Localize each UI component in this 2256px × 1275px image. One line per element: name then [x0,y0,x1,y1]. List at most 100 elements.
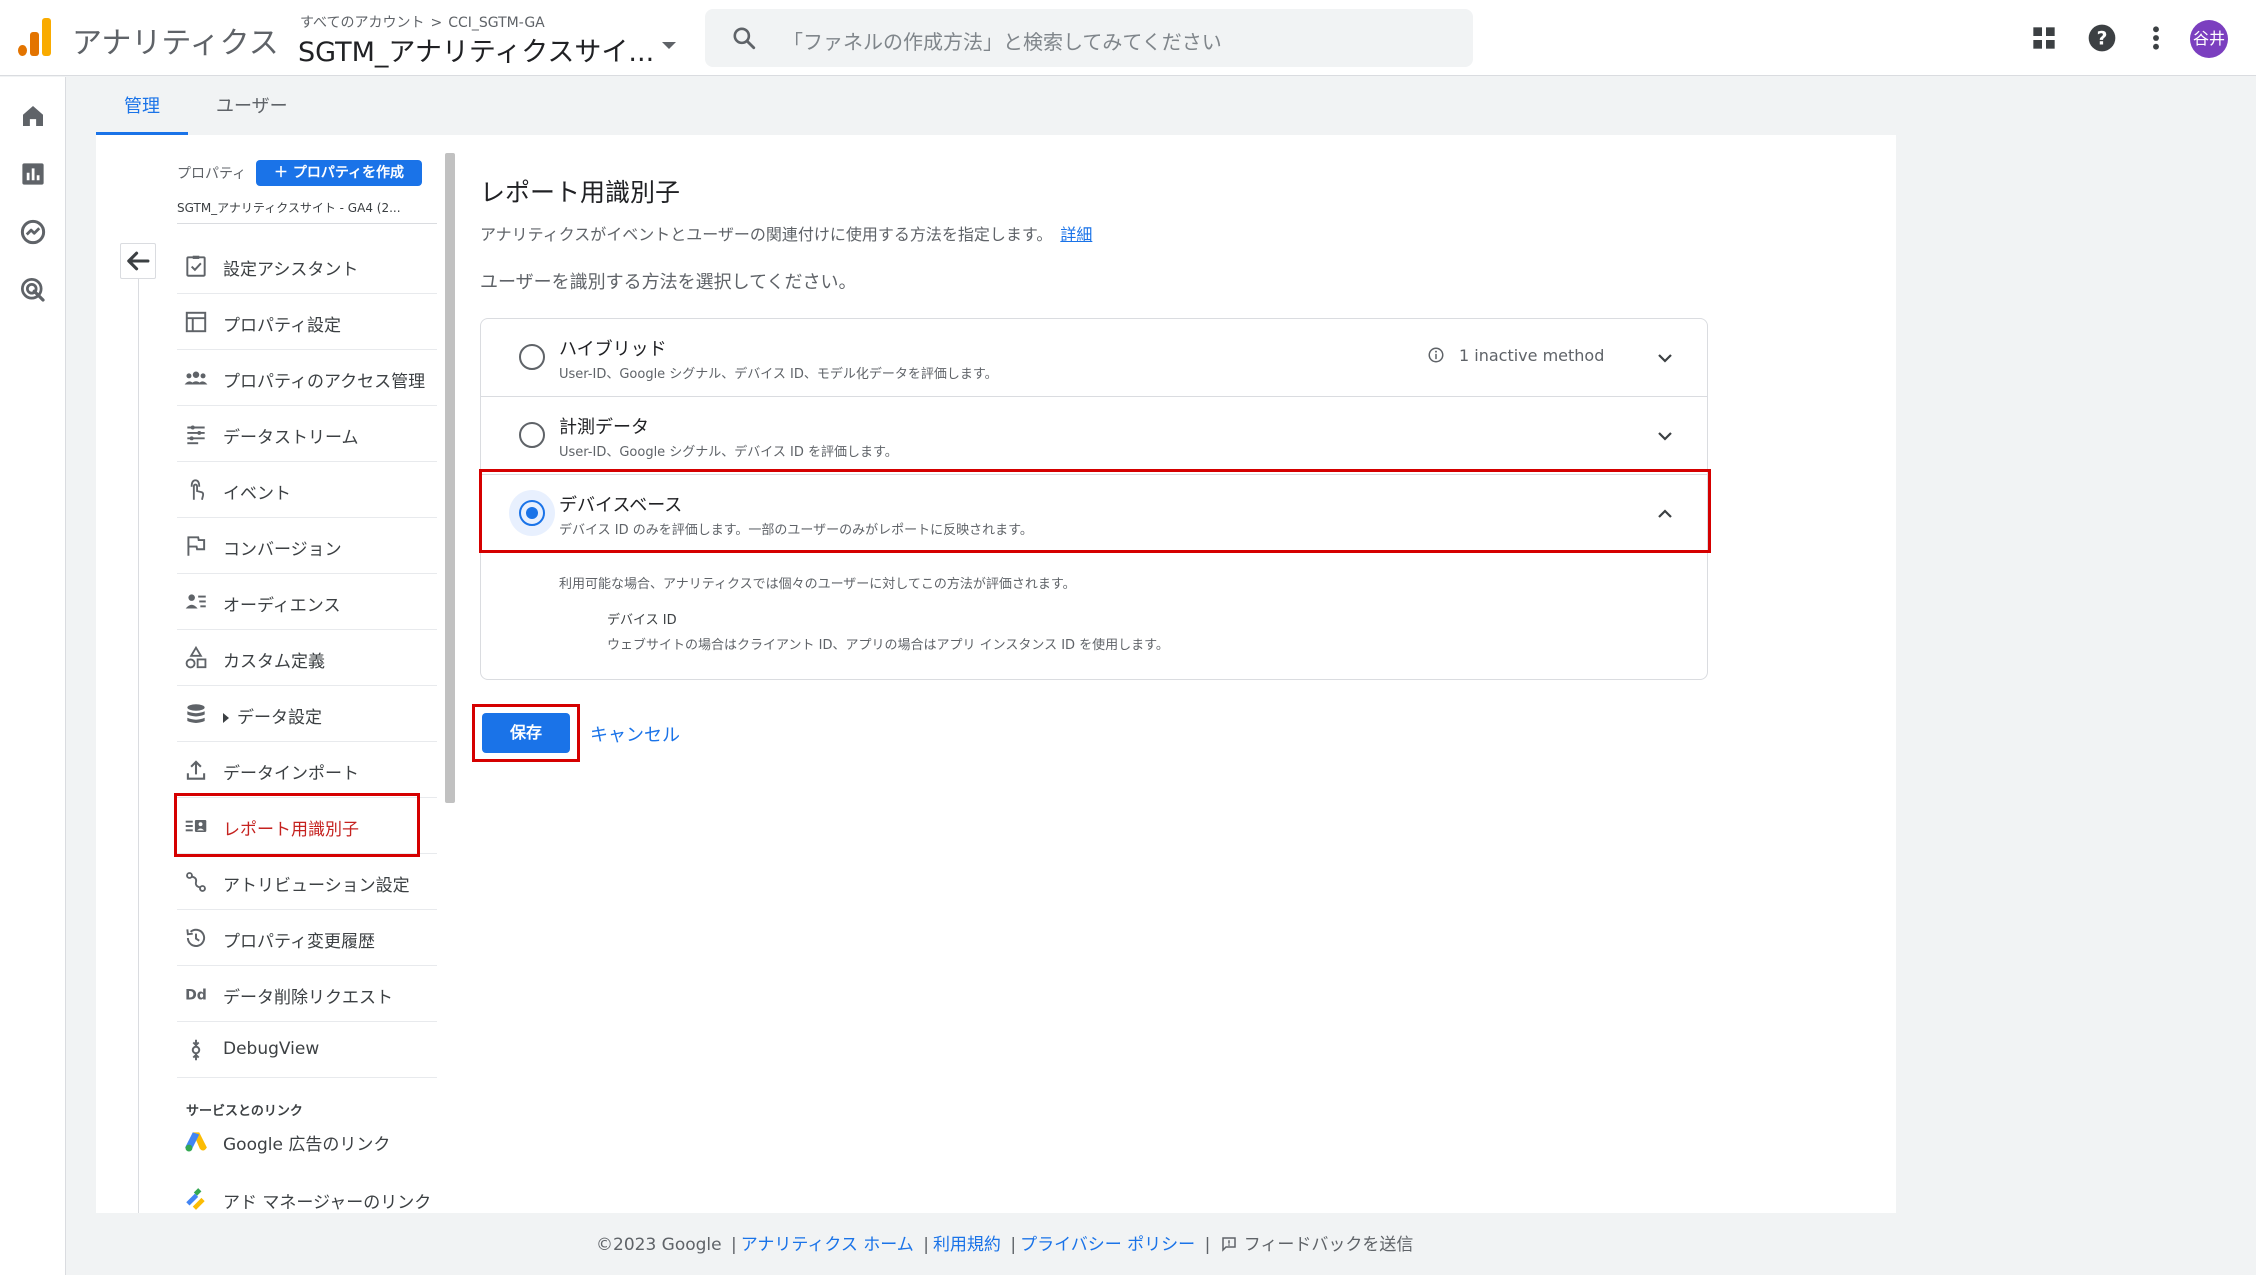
chevron-down-icon[interactable] [1653,424,1677,448]
inactive-method-note: 1 inactive method [1427,346,1604,365]
nav-item-property-access[interactable]: プロパティのアクセス管理 [177,350,437,406]
option-hybrid[interactable]: ハイブリッド User-ID、Google シグナル、デバイス ID、モデル化デ… [481,319,1707,397]
page-title: レポート用識別子 [480,178,681,207]
nav-item-conversions[interactable]: コンバージョン [177,518,437,574]
method-prompt: ユーザーを識別する方法を選択してください。 [480,272,857,293]
nav-item-google-ads-links[interactable]: Google 広告のリンク [177,1113,437,1169]
nav-divider [138,243,139,1213]
footer-separator: | [1204,1235,1211,1255]
search-icon [733,27,756,50]
explore-icon[interactable] [18,217,48,247]
radio-observed[interactable] [519,422,545,448]
nav-item-data-streams[interactable]: データストリーム [177,406,437,462]
nav-item-label: プロパティ設定 [223,316,341,336]
page-description: アナリティクスがイベントとユーザーの関連付けに使用する方法を指定します。 詳細 [480,225,1093,244]
avatar[interactable]: 谷井 [2190,20,2228,58]
caret-down-icon[interactable] [662,42,676,49]
nav-item-label: 設定アシスタント [223,260,359,280]
nav-item-audiences[interactable]: オーディエンス [177,574,437,630]
svg-text:Dd: Dd [185,987,207,1003]
history-icon [186,928,206,947]
copyright: ©2023 Google [596,1235,722,1255]
nav-item-attribution-settings[interactable]: アトリビューション設定 [177,854,437,910]
chevron-down-icon[interactable] [1653,346,1677,370]
option-title: ハイブリッド [559,339,667,360]
option-title: 計測データ [559,417,649,438]
tab-admin[interactable]: 管理 [124,92,160,118]
option-subtitle: User-ID、Google シグナル、デバイス ID を評価します。 [559,445,898,460]
search-box[interactable]: 「ファネルの作成方法」と検索してみてください [705,9,1473,67]
expanded-term: デバイス ID [607,613,677,628]
audience-icon [185,594,206,609]
analytics-logo-icon[interactable] [18,18,52,56]
admin-tabs: 管理 ユーザー [96,80,1896,135]
nav-item-label: データ削除リクエスト [223,988,393,1008]
footer-link-home[interactable]: アナリティクス ホーム [741,1235,914,1255]
option-subtitle: User-ID、Google シグナル、デバイス ID、モデル化データを評価しま… [559,367,998,382]
breadcrumb-separator: > [430,15,443,31]
property-column-label: プロパティ [177,166,247,182]
nav-item-label: プロパティのアクセス管理 [223,372,426,392]
details-link[interactable]: 詳細 [1060,225,1092,244]
cancel-button[interactable]: キャンセル [590,721,680,747]
nav-item-change-history[interactable]: プロパティ変更履歴 [177,910,437,966]
data-stream-icon [187,425,205,445]
footer-separator: | [731,1235,737,1255]
nav-item-label: アド マネージャーのリンク [223,1193,432,1213]
more-vert-icon[interactable] [2140,22,2172,54]
expanded-intro: 利用可能な場合、アナリティクスでは個々のユーザーに対してこの方法が評価されます。 [559,577,1076,592]
admin-panel: プロパティ ＋ プロパティを作成 SGTM_アナリティクスサイト - GA4 (… [96,135,1896,1213]
apps-grid-icon[interactable] [2028,22,2060,54]
database-icon [187,704,205,723]
home-icon[interactable] [18,101,48,131]
nav-scrollbar[interactable] [445,153,455,803]
highlight-box-nav [174,793,420,857]
feedback-link[interactable]: フィードバックを送信 [1220,1235,1413,1255]
property-name[interactable]: SGTM_アナリティクスサイト - GA4 (2... [177,199,401,216]
create-property-button[interactable]: ＋ プロパティを作成 [256,160,422,186]
app-name: アナリティクス [72,26,279,61]
feedback-icon [1221,1237,1236,1252]
ad-manager-icon [186,1188,205,1210]
checklist-icon [186,255,206,277]
nav-item-data-settings[interactable]: データ設定 [177,686,437,742]
reports-icon[interactable] [18,159,48,189]
nav-item-property-settings[interactable]: プロパティ設定 [177,294,437,350]
nav-item-ad-manager-links[interactable]: アド マネージャーのリンク [177,1171,437,1227]
nav-item-setup-assistant[interactable]: 設定アシスタント [177,238,437,294]
nav-item-data-deletion[interactable]: Dd データ削除リクエスト [177,966,437,1022]
radio-hybrid[interactable] [519,344,545,370]
google-ads-icon [185,1132,207,1152]
back-button[interactable] [120,243,156,279]
save-button[interactable]: 保存 [482,713,570,753]
expand-arrow-icon[interactable] [223,713,229,723]
touch-icon [190,479,205,500]
people-icon [184,371,208,385]
option-observed[interactable]: 計測データ User-ID、Google シグナル、デバイス ID を評価します… [481,397,1707,475]
nav-item-events[interactable]: イベント [177,462,437,518]
help-icon[interactable]: ? [2086,22,2118,54]
shapes-icon [185,645,207,669]
breadcrumb-account: CCI_SGTM-GA [448,15,545,31]
left-nav-rail [0,77,66,1275]
breadcrumb-root: すべてのアカウント [300,15,425,31]
debug-icon [191,1039,201,1061]
footer-link-terms[interactable]: 利用規約 [933,1235,1001,1255]
nav-item-label: コンバージョン [223,540,342,560]
advertising-icon[interactable] [18,275,48,305]
tab-user[interactable]: ユーザー [216,92,288,118]
nav-item-debugview[interactable]: DebugView [177,1022,437,1078]
nav-item-custom-definitions[interactable]: カスタム定義 [177,630,437,686]
nav-item-label: DebugView [223,1039,320,1059]
nav-item-label: データストリーム [223,428,359,448]
search-placeholder: 「ファネルの作成方法」と検索してみてください [783,30,1222,54]
breadcrumb[interactable]: すべてのアカウント > CCI_SGTM-GA [300,12,545,32]
nav-item-label: オーディエンス [223,596,341,616]
footer-link-privacy[interactable]: プライバシー ポリシー [1020,1235,1195,1255]
expanded-definition: ウェブサイトの場合はクライアント ID、アプリの場合はアプリ インスタンス ID… [607,638,1169,653]
info-icon [1428,347,1444,363]
nav-item-data-import[interactable]: データインポート [177,742,437,798]
property-settings-icon [185,311,207,333]
nav-item-label: Google 広告のリンク [223,1135,391,1155]
property-selector[interactable]: SGTM_アナリティクスサイ... [298,30,654,69]
